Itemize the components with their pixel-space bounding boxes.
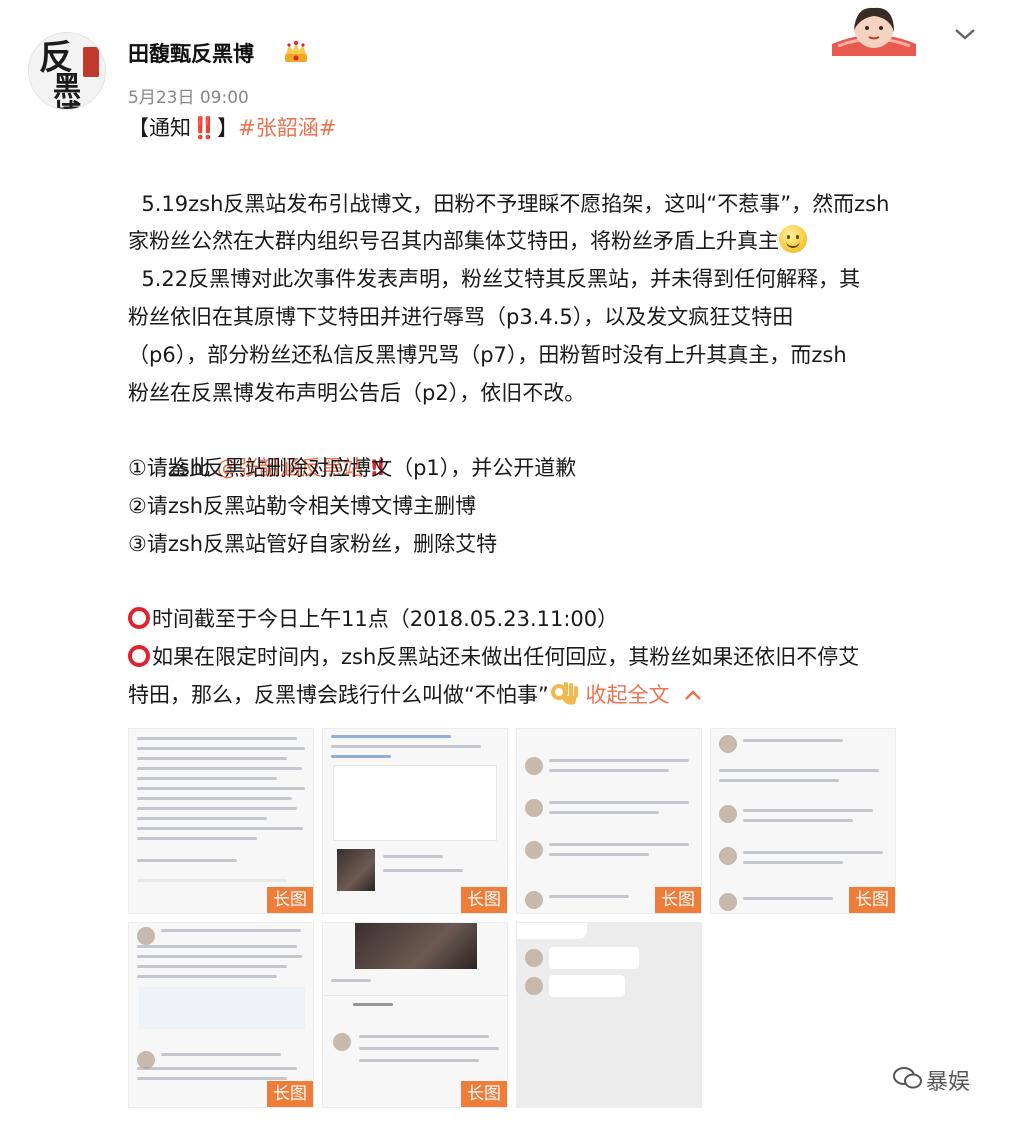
post-timestamp: 5月23日 09:00 bbox=[128, 88, 249, 108]
deadline-text: 时间截至于今日上午11点（2018.05.23.11:00） bbox=[152, 607, 619, 632]
paragraph-line: 粉丝依旧在其原博下艾特田并进行辱骂（p3.4.5），以及发文疯狂艾特田 bbox=[128, 304, 794, 329]
notice-suffix: 】 bbox=[217, 116, 239, 140]
paragraph-line: 5.22反黑博对此次事件发表声明，粉丝艾特其反黑站，并未得到任何解释，其 bbox=[128, 267, 861, 292]
crown-badge-icon bbox=[285, 41, 307, 62]
image-thumbnail[interactable]: 长图 bbox=[516, 728, 702, 914]
paragraph-line: 鉴此 @张韶涵反黑站 ‼ bbox=[128, 412, 988, 480]
weixin-logo-icon bbox=[893, 1067, 922, 1089]
watermark-text: 暴娱 bbox=[926, 1064, 970, 1096]
notice-line: 【通知‼️】#张韶涵# bbox=[128, 110, 988, 148]
image-thumbnail[interactable] bbox=[516, 922, 702, 1108]
watermark-label: 暴娱 bbox=[926, 1070, 971, 1095]
warning-text: 如果在限定时间内，zsh反黑站还未做出任何回应，其粉丝如果还依旧不停艾 bbox=[152, 645, 860, 670]
request-item: ③请zsh反黑站管好自家粉丝，删除艾特 bbox=[128, 531, 498, 556]
double-exclamation-icon: ‼️ bbox=[191, 116, 218, 140]
long-image-tag: 长图 bbox=[461, 887, 507, 913]
collapse-link[interactable]: 收起全文 bbox=[579, 683, 669, 707]
request-item: ②请zsh反黑站勒令相关博文博主删博 bbox=[128, 493, 477, 518]
image-thumbnail[interactable]: 长图 bbox=[322, 728, 508, 914]
long-image-tag: 长图 bbox=[655, 887, 701, 913]
long-image-tag: 长图 bbox=[267, 887, 313, 913]
request-item: ①请zsh反黑站删除对应博文（p1），并公开道歉 bbox=[128, 456, 577, 481]
paragraph-line: 5.19zsh反黑站发布引战博文，田粉不予理睬不愿掐架，这叫“不惹事”，然而zs… bbox=[128, 191, 890, 216]
deadline-line: 时间截至于今日上午11点（2018.05.23.11:00） bbox=[128, 601, 988, 639]
chevron-down-icon[interactable] bbox=[952, 24, 978, 44]
image-thumbnail[interactable]: 长图 bbox=[322, 922, 508, 1108]
decorative-avatar-icon bbox=[832, 7, 916, 56]
paragraph-line: 粉丝在反黑博发布声明公告后（p2），依旧不改。 bbox=[128, 380, 586, 405]
paragraph-line: （p6），部分粉丝还私信反黑博咒骂（p7），田粉暂时没有上升其真主，而zsh bbox=[128, 342, 847, 367]
avatar[interactable]: 反 黑博 bbox=[28, 32, 106, 110]
long-image-tag: 长图 bbox=[267, 1081, 313, 1107]
ok-hand-icon bbox=[550, 681, 578, 705]
long-image-tag: 长图 bbox=[461, 1081, 507, 1107]
red-circle-icon bbox=[128, 645, 150, 668]
paragraph-line: 家粉丝公然在大群内组织号召其内部集体艾特田，将粉丝矛盾上升真主 bbox=[128, 223, 988, 261]
long-image-tag: 长图 bbox=[849, 887, 895, 913]
red-circle-icon bbox=[128, 607, 150, 630]
username[interactable]: 田馥甄反黑博 bbox=[128, 38, 254, 68]
paragraph-text: 家粉丝公然在大群内组织号召其内部集体艾特田，将粉丝矛盾上升真主 bbox=[128, 229, 779, 254]
warning-line: 特田，那么，反黑博会践行什么叫做“不怕事” 收起全文 bbox=[128, 677, 988, 715]
smiley-icon bbox=[779, 225, 807, 254]
chevron-up-icon[interactable] bbox=[683, 688, 703, 702]
post-body: 【通知‼️】#张韶涵# 5.19zsh反黑站发布引战博文，田粉不予理睬不愿掐架，… bbox=[128, 110, 988, 715]
warning-line: 如果在限定时间内，zsh反黑站还未做出任何回应，其粉丝如果还依旧不停艾 bbox=[128, 639, 988, 677]
hashtag-link[interactable]: #张韶涵# bbox=[238, 116, 336, 140]
image-thumbnail[interactable]: 长图 bbox=[128, 728, 314, 914]
warning-text: 特田，那么，反黑博会践行什么叫做“不怕事” bbox=[128, 682, 549, 707]
image-thumbnail[interactable]: 长图 bbox=[710, 728, 896, 914]
avatar-stamp-bottom: 黑博 bbox=[53, 70, 82, 110]
avatar-seal bbox=[83, 47, 99, 77]
notice-prefix: 【通知 bbox=[128, 116, 191, 140]
image-thumbnail[interactable]: 长图 bbox=[128, 922, 314, 1108]
